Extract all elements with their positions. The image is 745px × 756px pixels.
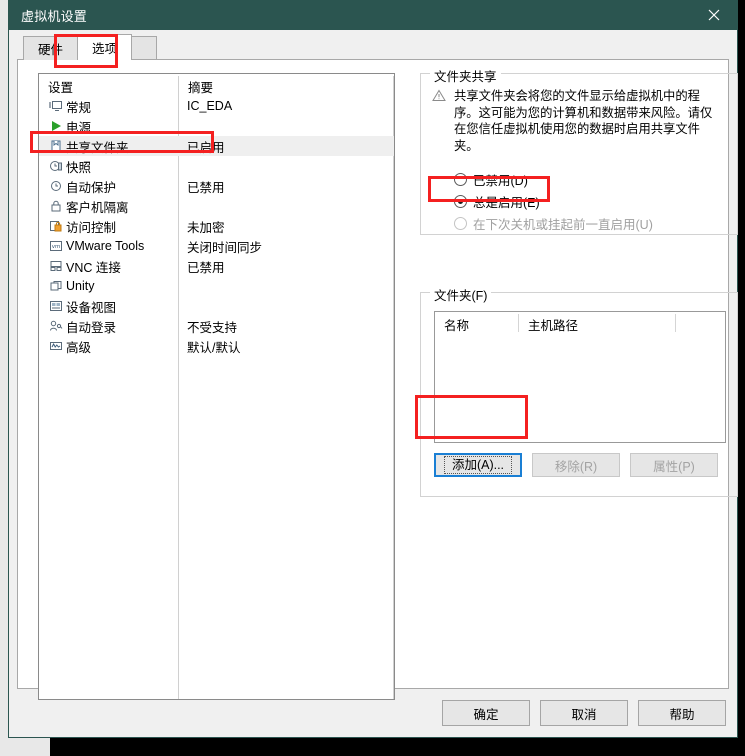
folder-sharing-group: 文件夹共享 共享文件夹会将您的文件显示给虚拟机中的程序。这可能为您的计算机和数据… (420, 66, 738, 235)
settings-list-rows: 常规 IC_EDA 电源 共享文件夹 已启用 快照 自动保护 已禁用 客户机隔离… (39, 96, 394, 356)
list-item-label: 快照 (66, 160, 92, 175)
advanced-icon (46, 340, 66, 352)
list-item-label: VMware Tools (66, 239, 145, 253)
folder-sharing-warning: 共享文件夹会将您的文件显示给虚拟机中的程序。这可能为您的计算机和数据带来风险。请… (432, 88, 722, 154)
folder-sharing-legend: 文件夹共享 (430, 66, 501, 85)
list-item-vnc[interactable]: VNC 连接 已禁用 (39, 256, 394, 276)
radio-always-enabled[interactable]: 总是启用(E) (454, 192, 540, 210)
column-header-summary: 摘要 (188, 81, 214, 95)
radio-label: 已禁用(D) (473, 173, 528, 188)
list-item-label: 访问控制 (66, 220, 117, 235)
background-taskbar-sliver (0, 736, 50, 756)
list-item-summary: 默认/默认 (187, 340, 241, 355)
list-item-summary: 未加密 (187, 220, 225, 235)
power-play-icon (46, 120, 66, 132)
close-icon[interactable] (691, 0, 737, 30)
list-item-advanced[interactable]: 高级 默认/默认 (39, 336, 394, 356)
list-item-label: 设备视图 (66, 300, 117, 315)
list-item-label: 电源 (66, 120, 92, 135)
list-item-device-view[interactable]: 设备视图 (39, 296, 394, 316)
list-item-shared-folders[interactable]: 共享文件夹 已启用 (39, 136, 394, 156)
remove-button: 移除(R) (532, 453, 620, 477)
list-item-label: VNC 连接 (66, 260, 121, 275)
tab-options[interactable]: 选项 (77, 34, 133, 60)
list-item-summary: 关闭时间同步 (187, 240, 263, 255)
list-item-guest-isolation[interactable]: 客户机隔离 (39, 196, 394, 216)
list-item-autoprotect[interactable]: 自动保护 已禁用 (39, 176, 394, 196)
device-view-icon (46, 300, 66, 312)
list-item-summary: 已启用 (187, 140, 225, 155)
folders-legend: 文件夹(F) (430, 285, 492, 304)
tab-strip: 硬件 选项 (9, 30, 737, 60)
list-item-unity[interactable]: Unity (39, 276, 394, 296)
list-item-label: 共享文件夹 (66, 140, 129, 155)
warning-text: 共享文件夹会将您的文件显示给虚拟机中的程序。这可能为您的计算机和数据带来风险。请… (454, 89, 713, 153)
column-header-setting: 设置 (48, 81, 74, 95)
column-header-name: 名称 (444, 319, 470, 333)
folders-column-divider-2 (675, 314, 676, 332)
list-item-label: Unity (66, 279, 95, 293)
list-item-summary: IC_EDA (187, 99, 233, 113)
lock-icon (46, 200, 66, 212)
radio-enabled-until-shutdown: 在下次关机或挂起前一直启用(U) (454, 214, 653, 232)
autoprotect-icon (46, 180, 66, 192)
folders-button-row: 添加(A)... 移除(R) 属性(P) (434, 453, 718, 477)
folders-column-divider-1 (518, 314, 519, 332)
list-item-label: 常规 (66, 100, 92, 115)
list-item-label: 自动登录 (66, 320, 117, 335)
list-item-auto-login[interactable]: 自动登录 不受支持 (39, 316, 394, 336)
folders-table-header: 名称 主机路径 (435, 312, 725, 334)
background-window-sliver (0, 0, 8, 756)
options-panel: 设置 摘要 常规 IC_EDA 电源 共享文件夹 已启用 快照 自动保护 已禁用… (17, 59, 738, 700)
radio-indicator (454, 216, 467, 230)
add-button-label: 添加(A)... (443, 456, 513, 474)
folders-group: 文件夹(F) 名称 主机路径 添加(A)... 移除(R) 属性(P) (420, 285, 738, 497)
page-title: 虚拟机设置 (21, 8, 88, 24)
unity-icon (46, 280, 66, 292)
list-item-label: 客户机隔离 (66, 200, 129, 215)
radio-indicator (454, 172, 467, 186)
properties-button-label: 属性(P) (653, 459, 695, 474)
radio-disabled[interactable]: 已禁用(D) (454, 170, 528, 188)
ok-button[interactable]: 确定 (442, 700, 530, 726)
auto-login-icon (46, 320, 66, 332)
shared-folder-icon (46, 140, 66, 152)
tab-hardware[interactable]: 硬件 (23, 36, 79, 60)
svg-text:vm: vm (52, 244, 61, 250)
column-header-host-path: 主机路径 (528, 319, 579, 333)
list-item-summary: 已禁用 (187, 180, 225, 195)
list-item-access-control[interactable]: 访问控制 未加密 (39, 216, 394, 236)
radio-label: 总是启用(E) (473, 195, 540, 210)
list-item-summary: 已禁用 (187, 260, 225, 275)
help-button[interactable]: 帮助 (638, 700, 726, 726)
folders-table[interactable]: 名称 主机路径 (434, 311, 726, 443)
vm-settings-dialog: 虚拟机设置 硬件 选项 设置 摘要 常规 IC_EDA 电源 共享文件夹 已启用… (8, 0, 738, 738)
warning-triangle-icon (432, 88, 454, 154)
list-item-vmware-tools[interactable]: vm VMware Tools 关闭时间同步 (39, 236, 394, 256)
list-item-label: 高级 (66, 340, 92, 355)
add-button[interactable]: 添加(A)... (434, 453, 522, 477)
vnc-icon (46, 260, 66, 272)
settings-list-header: 设置 摘要 (39, 74, 394, 96)
list-item-power[interactable]: 电源 (39, 116, 394, 136)
title-bar: 虚拟机设置 (9, 0, 737, 30)
list-item-summary: 不受支持 (187, 320, 238, 335)
tab-strip-filler (131, 36, 158, 60)
list-item-label: 自动保护 (66, 180, 117, 195)
vmware-tools-icon: vm (46, 240, 66, 252)
monitor-icon (46, 100, 66, 112)
cancel-button[interactable]: 取消 (540, 700, 628, 726)
settings-list[interactable]: 设置 摘要 常规 IC_EDA 电源 共享文件夹 已启用 快照 自动保护 已禁用… (38, 73, 395, 700)
properties-button: 属性(P) (630, 453, 718, 477)
radio-indicator (454, 194, 467, 208)
access-control-icon (46, 220, 66, 232)
desktop-background: 虚拟机设置 硬件 选项 设置 摘要 常规 IC_EDA 电源 共享文件夹 已启用… (0, 0, 745, 756)
radio-label: 在下次关机或挂起前一直启用(U) (473, 217, 653, 232)
list-item-snapshot[interactable]: 快照 (39, 156, 394, 176)
remove-button-label: 移除(R) (554, 459, 598, 474)
snapshot-icon (46, 160, 66, 172)
list-item-general[interactable]: 常规 IC_EDA (39, 96, 394, 116)
